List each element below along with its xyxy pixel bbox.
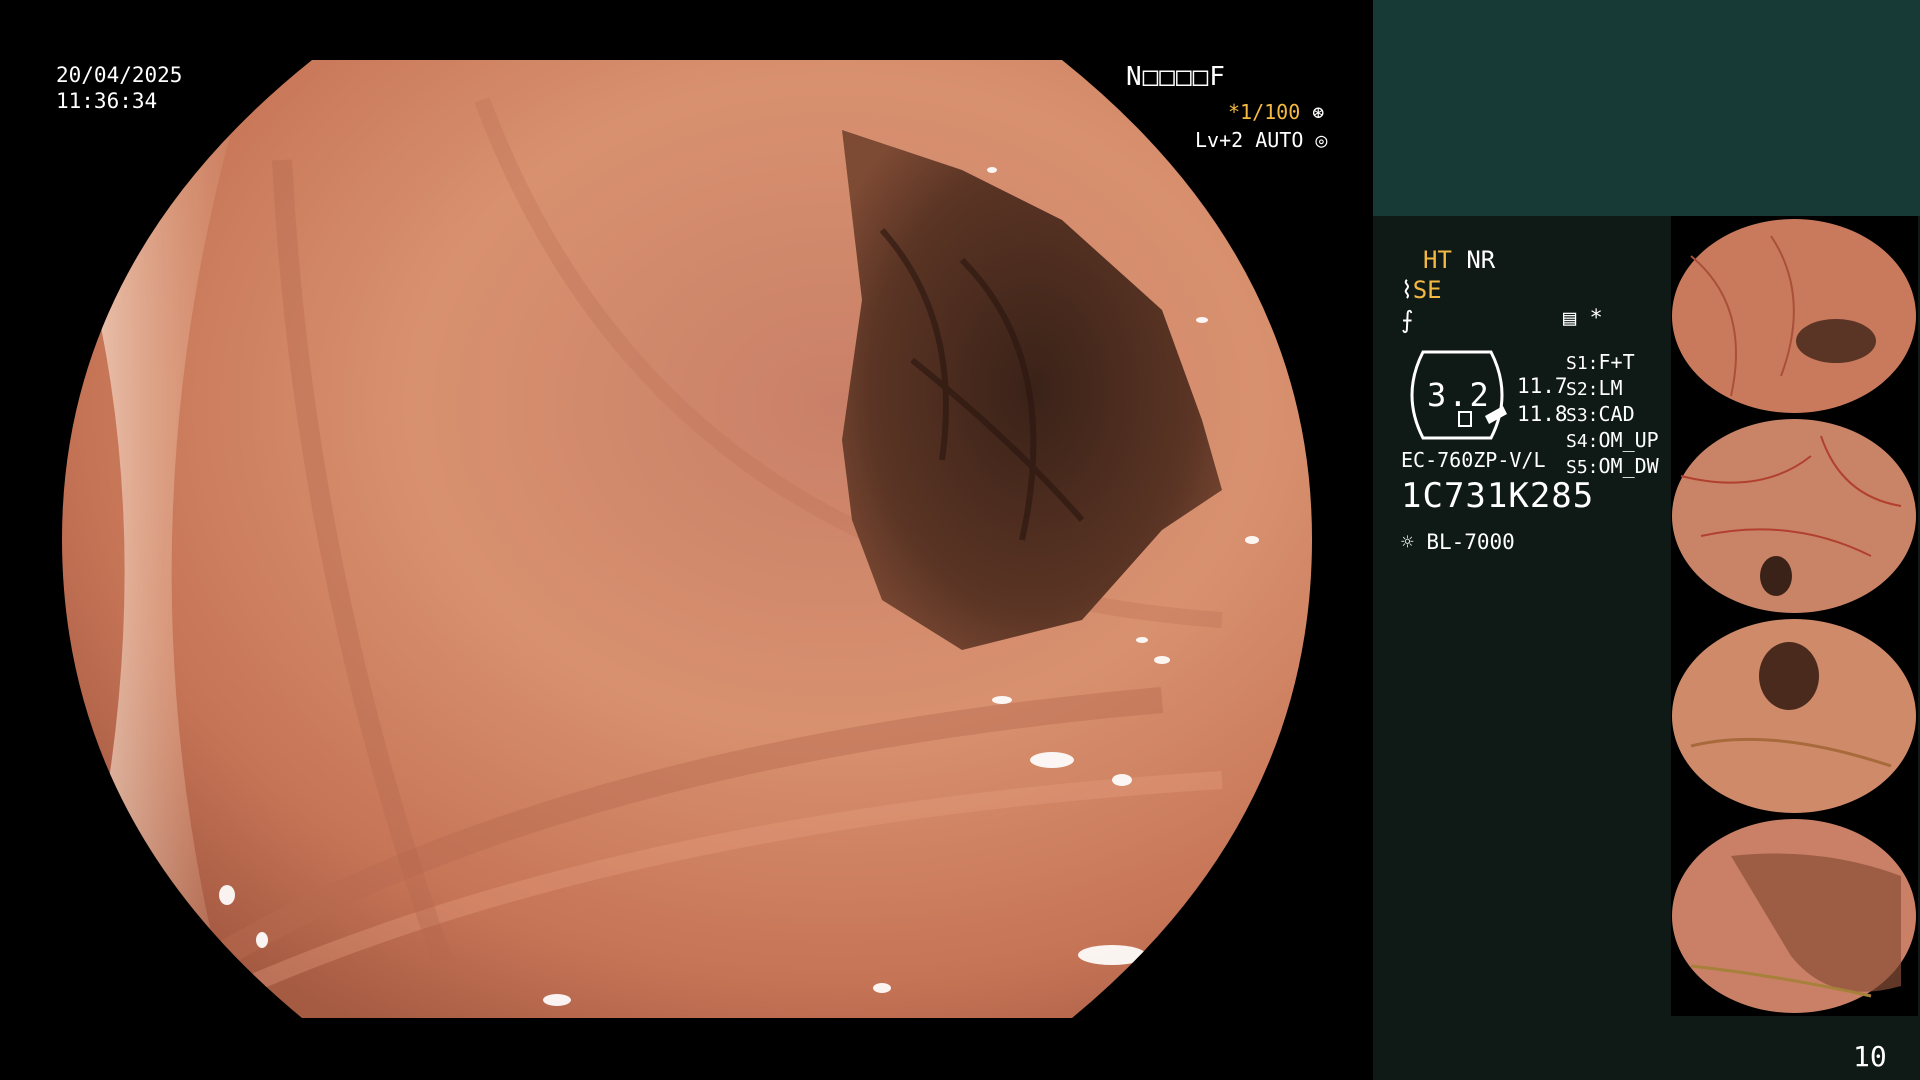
brightness-level-readout: Lv+2 AUTO ◎ [1195,128,1327,152]
mode-label: N□□□□F [1126,62,1226,92]
scope-switch-settings: S1:F+T S2:LM S3:CAD S4:OM_UP S5:OM_DW [1566,350,1659,480]
light-source-row: ☼ BL-7000 [1401,530,1515,554]
thumbnail-image [1672,419,1916,613]
light-source-icon: ☼ [1401,530,1414,554]
endoscope-live-image [62,60,1312,1018]
shutter-text: *1/100 [1228,100,1301,124]
scope-serial: 1C731K285 [1401,476,1595,516]
se-icon: ⌇ [1401,276,1413,304]
datetime-overlay: 20/04/2025 11:36:34 [56,62,182,114]
edge-enhancement-row: ⨍ [1401,306,1414,334]
auto-iris-icon: ◎ [1315,128,1328,152]
captured-thumbnail[interactable] [1671,416,1918,616]
page-number: 10 [1853,1040,1887,1073]
thumbnail-image [1672,819,1916,1013]
value-1: 11.7 [1517,374,1568,398]
captured-thumbnail[interactable] [1671,616,1918,816]
value-2: 11.8 [1517,402,1568,426]
captured-thumbnail[interactable] [1671,216,1918,416]
edge-icon: ⨍ [1401,306,1414,334]
star-icon: * [1589,306,1603,331]
setting-s4: S4:OM_UP [1566,428,1659,452]
structure-enhancement-row: ⌇SE [1401,276,1442,304]
light-source-label: BL-7000 [1426,530,1515,554]
captured-thumbnail[interactable] [1671,816,1918,1016]
time-text: 11:36:34 [56,89,158,113]
endoscope-main-view: 20/04/2025 11:36:34 N□□□□F *1/100 ⊛ Lv+2… [0,0,1372,1080]
panel-header-block [1373,0,1920,216]
menu-icon: ▤ [1563,306,1577,331]
aperture-icon: ⊛ [1312,100,1325,124]
zoom-value: 3.2 [1427,376,1491,414]
se-label: SE [1412,276,1442,304]
date-text: 20/04/2025 [56,63,183,87]
thumbnail-image [1672,619,1916,813]
nr-label: NR [1466,246,1496,274]
info-side-panel: HT NR ⌇SE ⨍ ▤ * 3.2 11.7 11.8 S1:F+T S2:… [1373,0,1920,1080]
ht-label: HT [1423,246,1452,274]
measurement-values: 11.7 11.8 [1517,372,1568,428]
setting-s2: S2:LM [1566,376,1623,400]
shutter-readout: *1/100 ⊛ [1228,100,1324,124]
setting-s3: S3:CAD [1566,402,1635,426]
status-icons: ▤ * [1563,306,1603,331]
level-text: Lv+2 AUTO [1195,128,1304,152]
enhancement-row: HT NR [1423,246,1495,274]
thumbnail-image [1672,219,1916,413]
scope-model: EC-760ZP-V/L [1401,448,1546,472]
setting-s1: S1:F+T [1566,350,1635,374]
